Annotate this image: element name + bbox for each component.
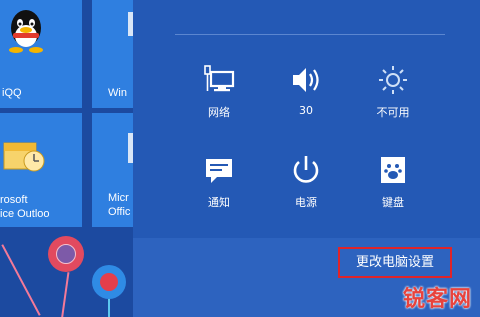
- keyboard-label: 键盘: [382, 196, 404, 209]
- decor-line: [60, 272, 70, 317]
- brightness-label: 不可用: [376, 106, 410, 119]
- quick-setting-notifications[interactable]: 通知: [179, 154, 259, 210]
- volume-label: 30: [299, 104, 313, 117]
- brightness-icon: [379, 66, 407, 94]
- decor-circle: [48, 236, 84, 272]
- notifications-icon: [206, 159, 232, 183]
- decor-line: [108, 298, 110, 317]
- qq-tile[interactable]: iQQ: [0, 0, 82, 108]
- decor-line: [1, 244, 41, 316]
- qq-tile-label: iQQ: [2, 87, 22, 99]
- win-tile-label: Win: [108, 87, 127, 99]
- quick-setting-network[interactable]: 网络: [179, 64, 259, 120]
- quick-setting-brightness[interactable]: 不可用: [353, 64, 433, 120]
- settings-panel: 网络 30 不可用 通知 电源 键盘 更改电脑设置 锐客网: [133, 0, 480, 317]
- watermark: 锐客网: [402, 287, 472, 312]
- quick-setting-power[interactable]: 电源: [266, 154, 346, 210]
- change-pc-settings-link[interactable]: 更改电脑设置: [338, 247, 452, 278]
- quick-setting-volume[interactable]: 30: [266, 64, 346, 117]
- quick-setting-keyboard[interactable]: 键盘: [353, 154, 433, 210]
- power-label: 电源: [295, 196, 317, 209]
- outlook-calendar-icon: [3, 142, 45, 172]
- office-tile-label: Micr Offic: [108, 192, 131, 218]
- network-icon: [204, 65, 235, 92]
- notifications-label: 通知: [208, 196, 230, 209]
- network-label: 网络: [208, 106, 230, 119]
- power-icon: [293, 156, 319, 183]
- outlook-tile[interactable]: rosoft ice Outloo: [0, 113, 82, 227]
- qq-penguin-icon: [9, 10, 43, 53]
- start-screen-background: iQQ Win rosoft ice Outloo Micr Offic: [0, 0, 140, 317]
- divider: [175, 34, 445, 35]
- decor-circle: [92, 265, 126, 299]
- volume-icon: [293, 68, 319, 92]
- outlook-tile-label: rosoft ice Outloo: [0, 194, 50, 220]
- keyboard-icon: [381, 157, 405, 183]
